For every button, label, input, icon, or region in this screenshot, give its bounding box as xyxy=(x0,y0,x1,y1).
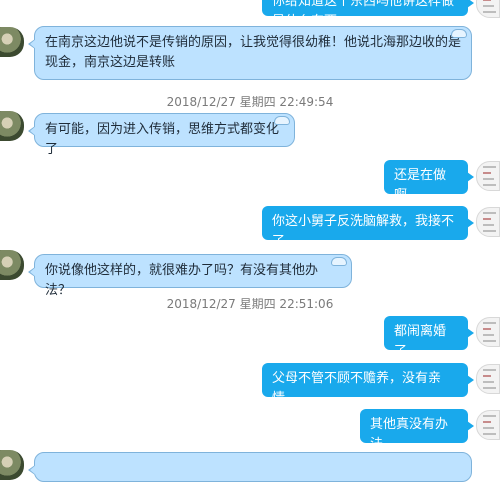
incoming-message: 你说像他这样的，就很难办了吗？有没有其他办法？ xyxy=(28,254,352,298)
outgoing-message: 还是在做啊 xyxy=(384,160,474,203)
chat-history: 你给知道这个东西吗他讲这样做是什么东西 在南京这边他说不是传销的原因，让我觉得很… xyxy=(0,0,500,482)
message-text: 你说像他这样的，就很难办了吗？有没有其他办法？ xyxy=(45,263,319,298)
cloud-icon xyxy=(274,116,290,125)
cloud-icon xyxy=(331,257,347,266)
message-text: 还是在做啊 xyxy=(394,168,447,203)
message-text: 其他真没有办法 xyxy=(370,417,449,452)
incoming-avatar[interactable] xyxy=(0,450,24,480)
incoming-avatar[interactable] xyxy=(0,250,24,280)
outgoing-avatar[interactable] xyxy=(476,207,500,237)
outgoing-avatar[interactable] xyxy=(476,364,500,394)
timestamp: 2018/12/27 星期四 22:51:06 xyxy=(166,297,334,311)
outgoing-message: 其他真没有办法 xyxy=(360,409,474,452)
incoming-avatar[interactable] xyxy=(0,27,24,57)
outgoing-avatar[interactable] xyxy=(476,317,500,347)
incoming-avatar[interactable] xyxy=(0,111,24,141)
message-text: 你给知道这个东西吗他讲这样做是什么东西 xyxy=(272,0,455,29)
message-text: 都闹离婚了 xyxy=(394,324,447,359)
outgoing-message: 父母不管不顾不赡养，没有亲情， xyxy=(262,363,474,406)
message-text: 你这小舅子反洗脑解救，我接不了 xyxy=(272,214,455,249)
outgoing-avatar[interactable] xyxy=(476,410,500,440)
message-text: 父母不管不顾不赡养，没有亲情， xyxy=(272,371,442,406)
incoming-message: 有可能，因为进入传销，思维方式都变化了 xyxy=(28,113,295,157)
message-text: 有可能，因为进入传销，思维方式都变化了 xyxy=(45,122,280,157)
outgoing-message: 你这小舅子反洗脑解救，我接不了 xyxy=(262,206,474,249)
outgoing-avatar[interactable] xyxy=(476,161,500,191)
outgoing-avatar[interactable] xyxy=(476,0,500,18)
cloud-icon xyxy=(451,29,467,38)
message-text: 在南京这边他说不是传销的原因，让我觉得很幼稚！他说北海那边收的是现金，南京这边是… xyxy=(45,35,462,70)
incoming-message: 在南京这边他说不是传销的原因，让我觉得很幼稚！他说北海那边收的是现金，南京这边是… xyxy=(28,26,472,80)
timestamp: 2018/12/27 星期四 22:49:54 xyxy=(166,95,334,109)
outgoing-message: 都闹离婚了 xyxy=(384,316,474,359)
outgoing-message-partial: 你给知道这个东西吗他讲这样做是什么东西 xyxy=(262,0,474,29)
